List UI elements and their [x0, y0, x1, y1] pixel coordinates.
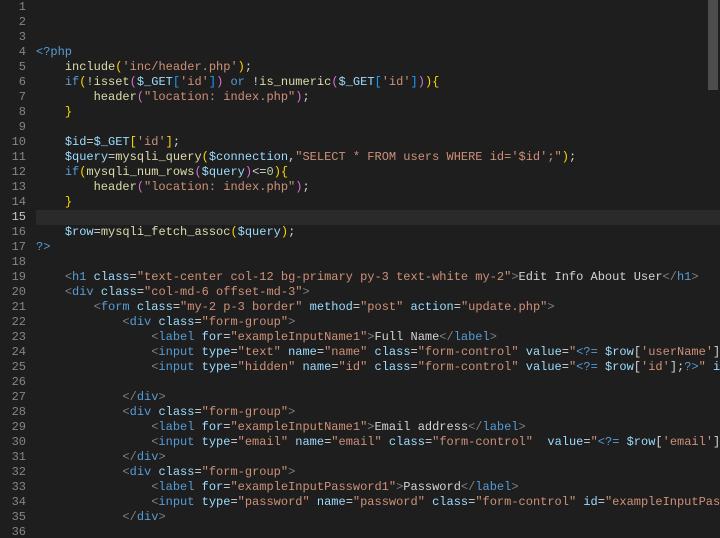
scrollbar-thumb[interactable] — [708, 0, 718, 90]
code-area[interactable]: <?php include('inc/header.php'); if(!iss… — [36, 0, 720, 538]
code-editor[interactable]: 1234567891011121314151617181920212223242… — [0, 0, 720, 538]
vertical-scrollbar[interactable] — [708, 0, 718, 538]
code-content: <?php include('inc/header.php'); if(!iss… — [36, 45, 720, 538]
line-number-gutter: 1234567891011121314151617181920212223242… — [0, 0, 36, 538]
